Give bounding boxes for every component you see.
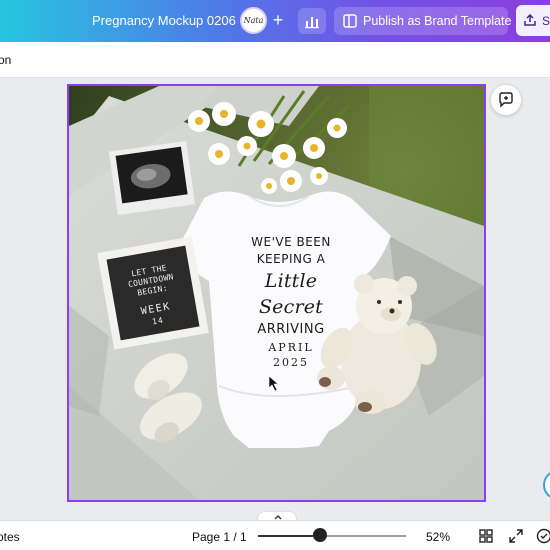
document-title[interactable]: Pregnancy Mockup 0206 [92, 13, 236, 28]
onesie-month: APRIL [268, 341, 314, 354]
onesie-line-2: KEEPING A [256, 252, 326, 266]
plus-icon: + [272, 10, 284, 30]
zoom-slider-thumb[interactable] [313, 528, 328, 542]
insights-button[interactable] [298, 8, 326, 34]
zoom-slider-fill [258, 535, 321, 537]
letterboard-text[interactable]: LET THE COUNTDOWN BEGIN: WEEK 14 [106, 246, 199, 341]
onesie-script-line: Little Secret [258, 270, 324, 318]
grid-view-icon[interactable] [478, 528, 494, 544]
onesie-line-1: WE'VE BEEN [251, 235, 331, 249]
template-icon [343, 14, 357, 28]
share-button[interactable]: S [516, 5, 550, 36]
context-toolbar: on [0, 42, 550, 78]
add-collaborator-button[interactable]: + [269, 8, 287, 32]
ultrasound-photo [108, 140, 196, 216]
onesie-arriving-line: ARRIVING [257, 322, 325, 337]
avatar-initials: Nata [243, 16, 264, 25]
check-circle-icon[interactable] [536, 528, 550, 544]
onesie-year: 2025 [273, 356, 309, 369]
onesie-announcement-text[interactable]: WE'VE BEEN KEEPING A Little Secret ARRIV… [231, 234, 351, 370]
design-canvas[interactable]: WE'VE BEEN KEEPING A Little Secret ARRIV… [67, 84, 486, 502]
publish-label: Publish as Brand Template [363, 14, 512, 28]
add-comment-icon [499, 92, 513, 108]
editor-footer: otes Page 1 / 1 52% [0, 520, 550, 550]
bar-chart-icon [305, 17, 319, 29]
zoom-slider[interactable] [258, 535, 406, 537]
user-avatar[interactable]: Nata [240, 7, 267, 34]
add-comment-button[interactable] [491, 85, 521, 115]
editor-header: Pregnancy Mockup 0206 Nata + Publish as … [0, 0, 550, 42]
zoom-level[interactable]: 52% [426, 530, 450, 544]
toolbar-truncated-label[interactable]: on [0, 53, 11, 67]
fullscreen-icon[interactable] [508, 528, 524, 544]
notes-button[interactable]: otes [0, 530, 20, 544]
publish-brand-template-button[interactable]: Publish as Brand Template [334, 7, 512, 35]
upload-icon [524, 13, 536, 26]
share-label: S [542, 14, 550, 28]
help-button[interactable] [543, 470, 550, 500]
page-indicator[interactable]: Page 1 / 1 [192, 530, 247, 544]
